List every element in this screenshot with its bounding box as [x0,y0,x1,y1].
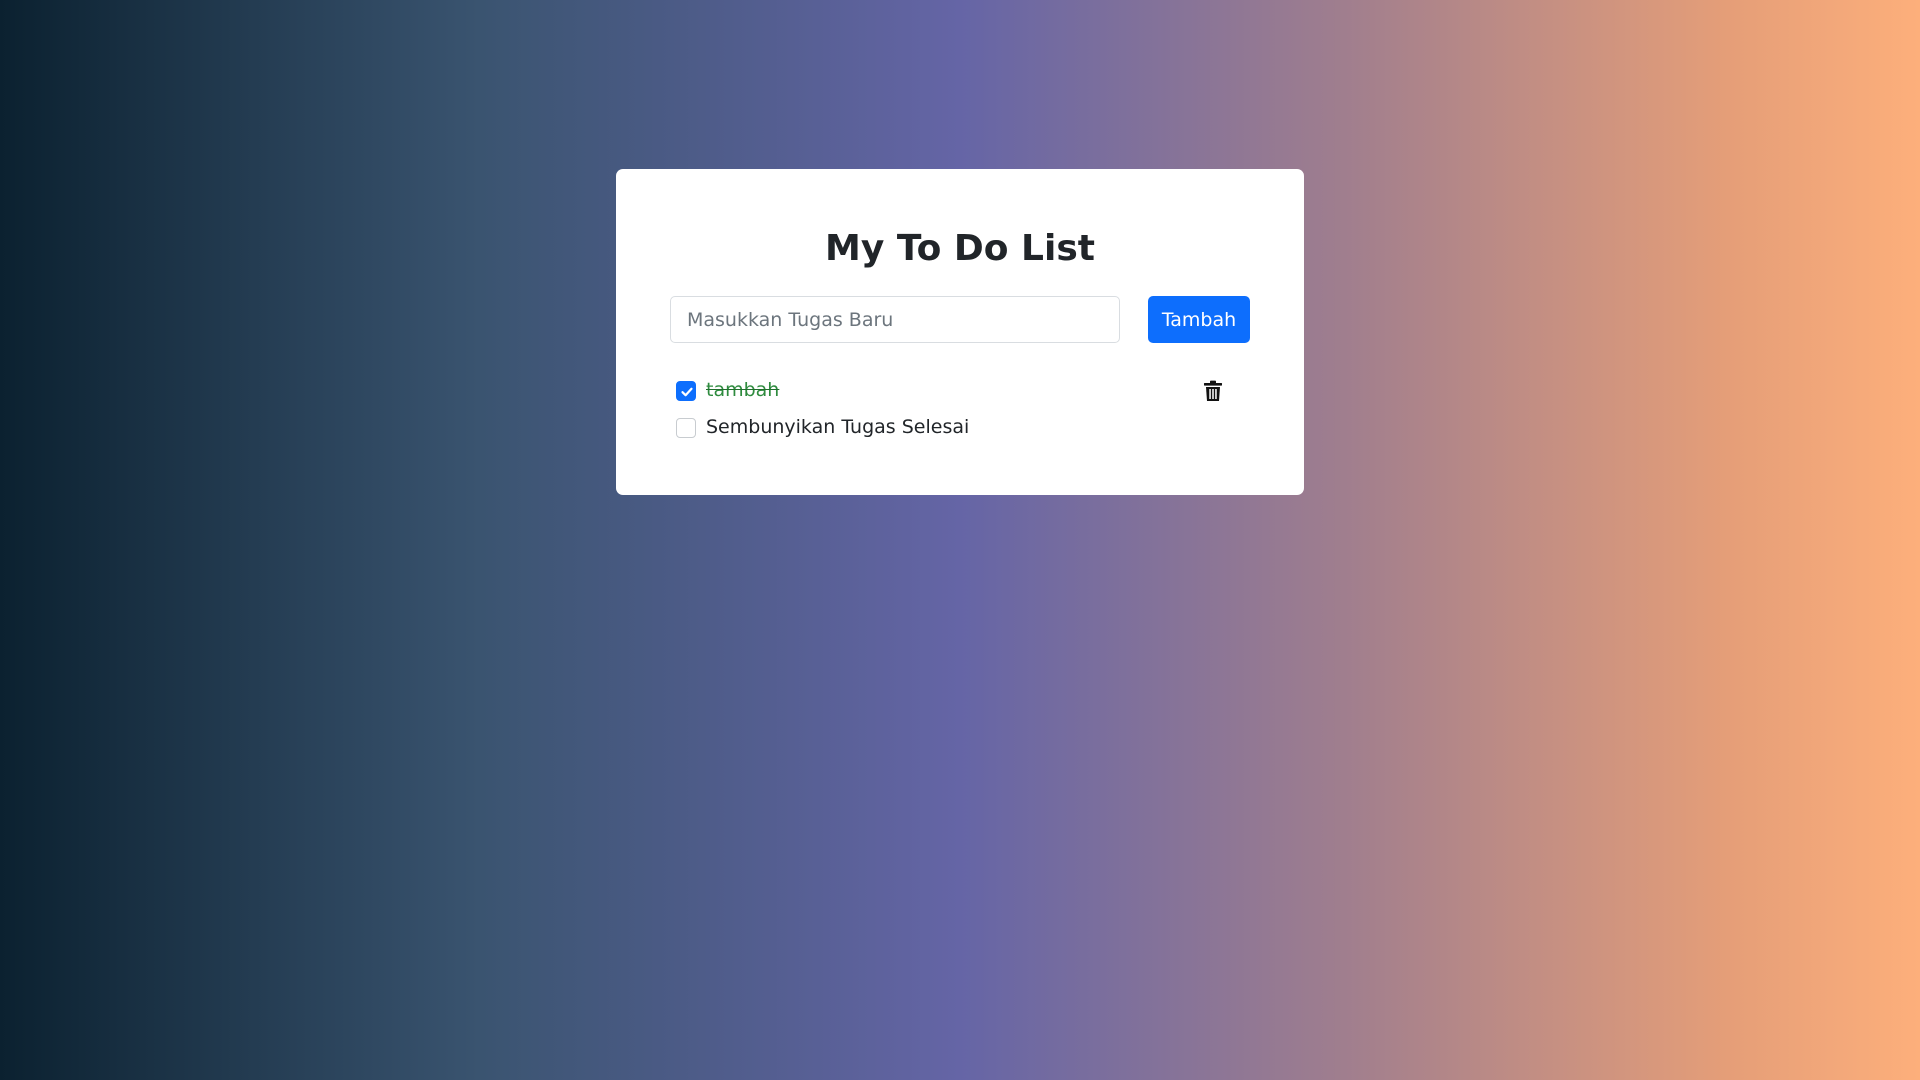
task-item: tambah [676,376,1236,406]
add-task-button[interactable]: Tambah [1148,296,1250,343]
task-text: tambah [706,379,780,401]
hide-completed-checkbox[interactable] [676,418,696,438]
hide-completed-option: Sembunyikan Tugas Selesai [676,413,1076,443]
hide-completed-label[interactable]: Sembunyikan Tugas Selesai [706,415,969,439]
page-title: My To Do List [825,228,1095,269]
todo-card: My To Do List Tambah tambah Sembunyika [616,169,1304,495]
new-task-input[interactable] [670,296,1120,343]
task-done-checkbox[interactable] [676,381,696,401]
trash-icon[interactable] [1203,380,1223,402]
